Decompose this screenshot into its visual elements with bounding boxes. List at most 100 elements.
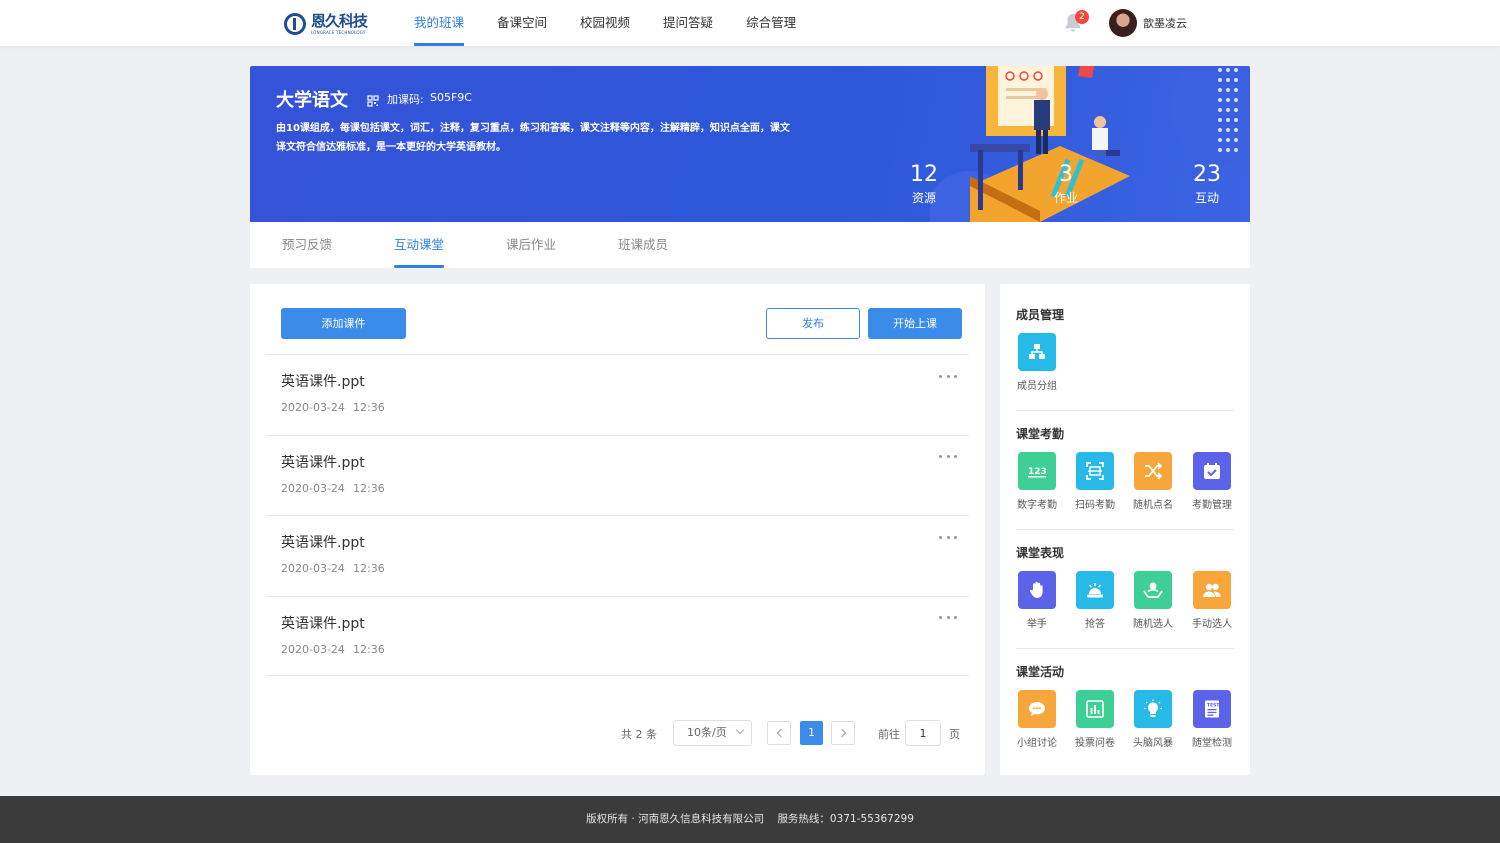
footer-copyright: 版权所有 · 河南恩久信息科技有限公司 — [586, 813, 765, 825]
tab-homework[interactable]: 课后作业 — [506, 222, 556, 268]
section-divider — [1016, 648, 1234, 649]
tab-interactive-class[interactable]: 互动课堂 — [394, 222, 445, 268]
chevron-down-icon — [735, 725, 745, 735]
file-time: 12:36 — [353, 481, 385, 495]
section-divider — [1016, 410, 1234, 411]
prev-page-button[interactable] — [767, 721, 791, 745]
tool-number-attendance[interactable]: 123 数字考勤 — [1009, 452, 1065, 511]
tool-brainstorm[interactable]: 头脑风暴 — [1125, 690, 1181, 749]
bar-chart-icon — [1076, 690, 1114, 728]
tool-label: 头脑风暴 — [1133, 738, 1173, 749]
list-item[interactable]: 英语课件.ppt 2020-03-24 12:36 — [266, 434, 969, 516]
file-date: 2020-03-24 — [281, 562, 345, 575]
section-title-activities: 课堂活动 — [1016, 665, 1065, 679]
footer-hotline: 服务热线：0371-55367299 — [777, 813, 914, 825]
tool-group-discussion[interactable]: 小组讨论 — [1009, 690, 1065, 749]
next-page-button[interactable] — [831, 721, 855, 745]
svg-text:TEST: TEST — [1207, 703, 1220, 709]
nav-lesson-prep[interactable]: 备课空间 — [497, 0, 547, 46]
nav-campus-video[interactable]: 校园视频 — [580, 0, 630, 46]
tool-quick-answer[interactable]: 抢答 — [1067, 571, 1123, 630]
pagination-total: 共 2 条 — [621, 728, 657, 741]
start-class-button[interactable]: 开始上课 — [868, 308, 962, 339]
course-banner: 大学语文 加课码: S05F9C 由10课组成，每课包括课文，词汇，注释，复习重… — [250, 66, 1250, 222]
tool-member-group[interactable]: 成员分组 — [1009, 333, 1065, 392]
tool-label: 手动选人 — [1192, 619, 1232, 630]
tool-label: 抢答 — [1085, 619, 1105, 630]
logo-name: 恩久科技 — [311, 11, 368, 30]
tool-label: 举手 — [1027, 619, 1047, 630]
nav-qa[interactable]: 提问答疑 — [663, 0, 713, 46]
classroom-tools-panel: 成员管理 成员分组 课堂考勤 123 数字考勤 扫码考勤 随机点名 考勤管理 课… — [1000, 284, 1250, 775]
more-options-icon[interactable] — [939, 454, 957, 460]
section-title-performance: 课堂表现 — [1016, 546, 1065, 560]
file-date: 2020-03-24 — [281, 642, 345, 656]
join-code: S05F9C — [430, 91, 472, 104]
page-suffix: 页 — [949, 728, 960, 741]
shuffle-icon — [1134, 452, 1172, 490]
course-tabs: 预习反馈 互动课堂 课后作业 班课成员 — [250, 222, 1250, 268]
number-123-icon: 123 — [1018, 452, 1056, 490]
group-tree-icon — [1018, 333, 1056, 371]
file-name[interactable]: 英语课件.ppt — [281, 371, 365, 391]
tool-label: 随机点名 — [1133, 500, 1173, 511]
tab-preview-feedback[interactable]: 预习反馈 — [282, 222, 332, 268]
file-time: 12:36 — [353, 642, 385, 656]
more-options-icon[interactable] — [939, 534, 957, 540]
chat-bubble-icon — [1018, 690, 1056, 728]
tool-raise-hand[interactable]: 举手 — [1009, 571, 1065, 630]
test-paper-icon: TEST — [1193, 690, 1231, 728]
more-options-icon[interactable] — [939, 615, 957, 621]
main-nav: 我的班课 备课空间 校园视频 提问答疑 综合管理 — [414, 0, 829, 46]
tool-random-pick[interactable]: 随机选人 — [1125, 571, 1181, 630]
section-title-attendance: 课堂考勤 — [1016, 427, 1065, 441]
publish-button[interactable]: 发布 — [766, 308, 860, 339]
company-logo[interactable]: 恩久科技 LONGRACE TECHNOLOGY — [284, 10, 374, 38]
tab-members[interactable]: 班课成员 — [618, 222, 668, 268]
file-name[interactable]: 英语课件.ppt — [281, 613, 365, 633]
qr-code-icon[interactable] — [367, 92, 379, 107]
tool-random-rollcall[interactable]: 随机点名 — [1125, 452, 1181, 511]
courseware-list: 英语课件.ppt 2020-03-24 12:36 英语课件.ppt 2020-… — [266, 354, 969, 676]
goto-page-input[interactable] — [905, 720, 941, 746]
list-item[interactable]: 英语课件.ppt 2020-03-24 12:36 — [266, 354, 969, 435]
tool-manual-pick[interactable]: 手动选人 — [1184, 571, 1240, 630]
tool-scan-attendance[interactable]: 扫码考勤 — [1067, 452, 1123, 511]
section-divider — [1016, 529, 1234, 530]
nav-my-classes[interactable]: 我的班课 — [414, 0, 465, 46]
chevron-left-icon — [776, 728, 786, 738]
tool-vote-survey[interactable]: 投票问卷 — [1067, 690, 1123, 749]
file-name[interactable]: 英语课件.ppt — [281, 452, 365, 472]
stat-resources[interactable]: 12 资源 — [910, 162, 938, 206]
list-item[interactable]: 英语课件.ppt 2020-03-24 12:36 — [266, 595, 969, 676]
tool-label: 随堂检测 — [1192, 738, 1232, 749]
chevron-right-icon — [837, 728, 847, 738]
stat-value: 12 — [910, 162, 938, 187]
pagination: 共 2 条 10条/页 1 前往 页 — [250, 720, 985, 746]
people-icon — [1193, 571, 1231, 609]
tool-class-test[interactable]: TEST 随堂检测 — [1184, 690, 1240, 749]
avatar[interactable] — [1109, 9, 1137, 37]
courseware-panel: 添加课件 发布 开始上课 英语课件.ppt 2020-03-24 12:36 英… — [250, 284, 985, 775]
tool-label: 随机选人 — [1133, 619, 1173, 630]
course-description: 由10课组成，每课包括课文，词汇，注释，复习重点，练习和答案，课文注释等内容，注… — [276, 123, 790, 153]
current-page-button[interactable]: 1 — [800, 721, 823, 745]
add-courseware-button[interactable]: 添加课件 — [281, 308, 406, 339]
username[interactable]: 歆墨凌云 — [1143, 15, 1187, 31]
tool-attendance-management[interactable]: 考勤管理 — [1184, 452, 1240, 511]
logo-mark-icon — [284, 13, 306, 35]
stat-homework[interactable]: 3 作业 — [1054, 162, 1078, 206]
list-item[interactable]: 英语课件.ppt 2020-03-24 12:36 — [266, 515, 969, 596]
stat-label: 作业 — [1054, 191, 1079, 205]
file-name[interactable]: 英语课件.ppt — [281, 532, 365, 552]
tool-label: 扫码考勤 — [1075, 500, 1115, 511]
file-time: 12:36 — [353, 401, 385, 414]
hand-person-icon — [1134, 571, 1172, 609]
more-options-icon[interactable] — [939, 373, 957, 379]
nav-management[interactable]: 综合管理 — [746, 0, 796, 46]
page-size-select[interactable]: 10条/页 — [673, 720, 752, 746]
logo-subtitle: LONGRACE TECHNOLOGY — [311, 29, 366, 35]
stat-label: 资源 — [911, 191, 936, 205]
stat-interactions[interactable]: 23 互动 — [1193, 162, 1221, 206]
goto-label: 前往 — [878, 728, 900, 741]
